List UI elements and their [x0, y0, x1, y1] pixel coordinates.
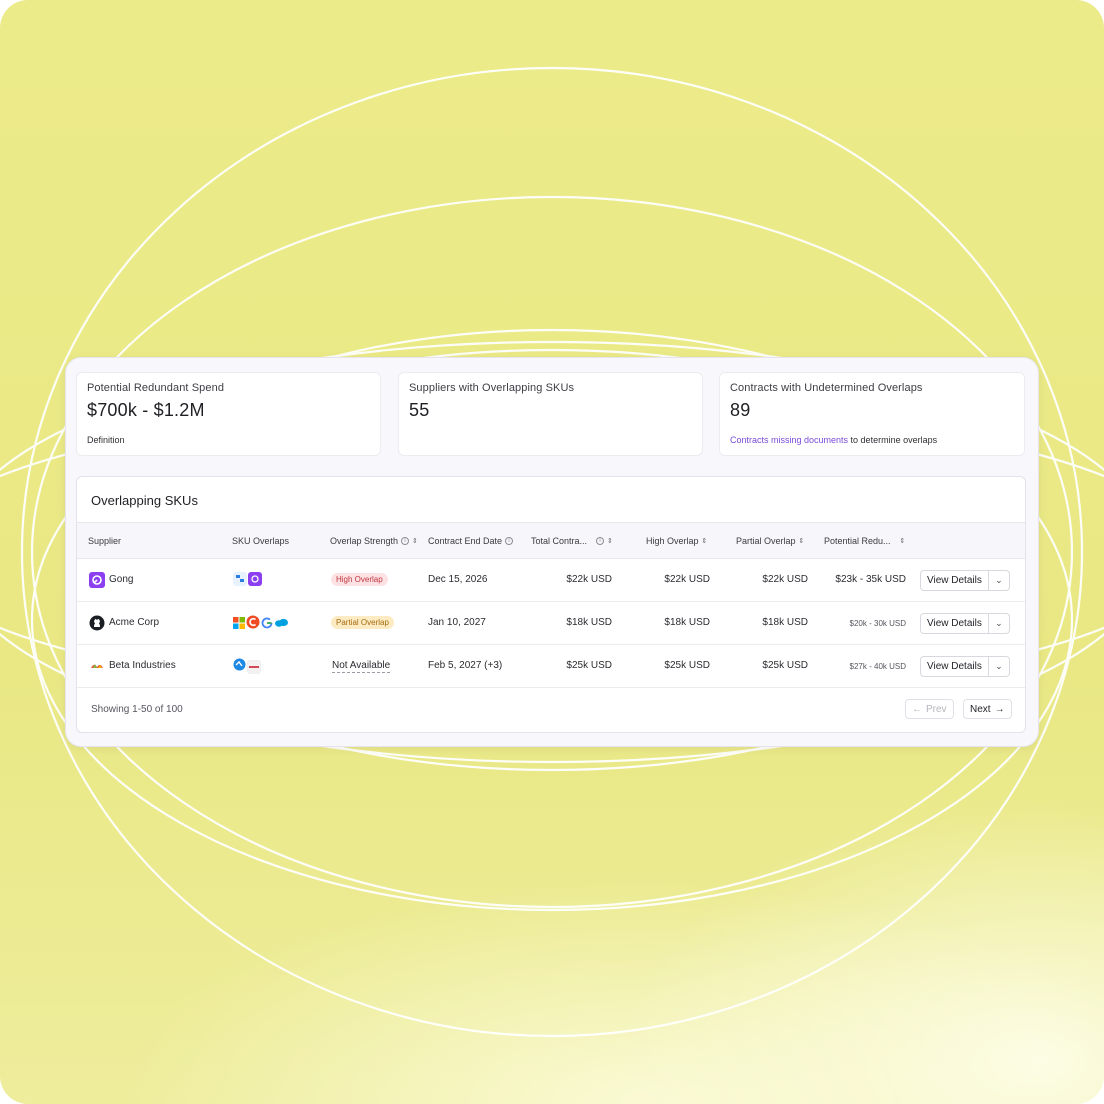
- potential-redundant-value: $23k - 35k USD: [835, 574, 906, 585]
- column-label: Total Contra...: [531, 536, 588, 546]
- overlap-strength-badge: Partial Overlap: [331, 616, 394, 629]
- table-row: Acme Corp Partial Overlap Jan 10, 2027 $…: [77, 602, 1025, 645]
- contracts-missing-documents-link[interactable]: Contracts missing documents: [730, 435, 848, 445]
- column-label: Partial Overlap: [736, 536, 796, 546]
- high-overlap-value: $25k USD: [664, 660, 710, 671]
- stat-label: Contracts with Undetermined Overlaps: [730, 382, 923, 394]
- table-row: Beta Industries Not Available Feb 5, 202…: [77, 645, 1025, 688]
- column-label: SKU Overlaps: [232, 536, 290, 546]
- column-label: Potential Redu...: [824, 536, 891, 546]
- high-overlap-value: $22k USD: [664, 574, 710, 585]
- contract-end-date: Dec 15, 2026: [428, 574, 488, 585]
- column-header-overlap-strength[interactable]: Overlap Strength i ⇕: [330, 536, 418, 546]
- prev-button[interactable]: ← Prev: [905, 699, 954, 719]
- column-header-contract-end-date[interactable]: Contract End Date i: [428, 536, 514, 546]
- column-header-potential-redundant[interactable]: Potential Redu... ⇕: [824, 536, 905, 546]
- gong-logo-icon: [89, 572, 105, 588]
- chevron-down-icon[interactable]: ⌄: [988, 613, 1010, 634]
- overlap-strength-value: Not Available: [332, 660, 391, 673]
- table-header: Supplier SKU Overlaps Overlap Strength i…: [77, 522, 1025, 559]
- column-header-partial-overlap[interactable]: Partial Overlap ⇕: [736, 536, 804, 546]
- contract-end-date: Feb 5, 2027 (+3): [428, 660, 503, 671]
- sku-overlap-icons: [233, 572, 262, 586]
- github-logo-icon: [89, 615, 105, 631]
- table-title: Overlapping SKUs: [91, 493, 198, 508]
- stat-label: Potential Redundant Spend: [87, 382, 225, 394]
- footnote-text: to determine overlaps: [848, 435, 938, 445]
- supplier-name[interactable]: Beta Industries: [109, 660, 176, 671]
- sku-overlap-icons: [233, 658, 261, 676]
- view-details-button[interactable]: View Details: [920, 570, 989, 591]
- partial-overlap-value: $18k USD: [762, 617, 808, 628]
- total-contract-value: $25k USD: [566, 660, 612, 671]
- row-actions: View Details ⌄: [920, 613, 1010, 634]
- partial-overlap-value: $22k USD: [762, 574, 808, 585]
- column-header-sku-overlaps[interactable]: SKU Overlaps: [232, 536, 289, 546]
- column-label: Supplier: [88, 536, 122, 546]
- salesforce-logo-icon: [274, 616, 289, 634]
- stat-value: 89: [730, 400, 751, 420]
- arrow-left-icon: ←: [912, 703, 922, 715]
- info-icon[interactable]: i: [596, 537, 605, 545]
- potential-redundant-value: $20k - 30k USD: [849, 619, 906, 628]
- sort-icon[interactable]: ⇕: [799, 537, 805, 545]
- next-label: Next: [970, 703, 991, 715]
- app-logo-icon: [233, 658, 246, 676]
- sort-icon[interactable]: ⇕: [702, 537, 708, 545]
- stat-value: 55: [409, 400, 430, 420]
- definition-link[interactable]: Definition: [87, 435, 125, 445]
- prev-label: Prev: [926, 703, 947, 715]
- supplier-name[interactable]: Acme Corp: [109, 617, 159, 628]
- column-header-supplier[interactable]: Supplier: [88, 536, 121, 546]
- table-row: Gong High Overlap Dec 15, 2026 $22k USD …: [77, 559, 1025, 602]
- stat-card-redundant-spend: Potential Redundant Spend $700k - $1.2M …: [76, 372, 381, 456]
- column-label: Contract End Date: [428, 536, 503, 546]
- stat-label: Suppliers with Overlapping SKUs: [409, 382, 575, 394]
- total-contract-value: $18k USD: [566, 617, 612, 628]
- column-header-total-contract[interactable]: Total Contra... i ⇕: [531, 536, 613, 546]
- row-actions: View Details ⌄: [920, 570, 1010, 591]
- overlapping-skus-table: Overlapping SKUs Supplier SKU Overlaps O…: [76, 476, 1026, 733]
- sku-overlap-icons: [233, 615, 289, 634]
- row-actions: View Details ⌄: [920, 656, 1010, 677]
- microsoft-logo-icon: [233, 616, 245, 634]
- partial-overlap-value: $25k USD: [762, 660, 808, 671]
- beta-industries-logo-icon: [91, 664, 103, 668]
- app-logo-icon: [247, 660, 261, 674]
- stat-value: $700k - $1.2M: [87, 400, 205, 420]
- column-label: Overlap Strength: [330, 536, 399, 546]
- app-logo-icon: [246, 615, 260, 634]
- gong-logo-icon: [248, 572, 262, 586]
- arrow-right-icon: →: [994, 703, 1005, 715]
- stat-card-overlapping-suppliers: Suppliers with Overlapping SKUs 55: [398, 372, 703, 456]
- next-button[interactable]: Next →: [963, 699, 1012, 719]
- google-logo-icon: [261, 616, 273, 634]
- potential-redundant-value: $27k - 40k USD: [849, 662, 906, 671]
- app-logo-icon: [233, 572, 247, 586]
- dashboard-panel: Potential Redundant Spend $700k - $1.2M …: [65, 357, 1039, 747]
- sort-icon[interactable]: ⇕: [607, 537, 613, 545]
- total-contract-value: $22k USD: [566, 574, 612, 585]
- chevron-down-icon[interactable]: ⌄: [988, 656, 1010, 677]
- info-icon[interactable]: i: [401, 537, 410, 545]
- background-canvas: Potential Redundant Spend $700k - $1.2M …: [0, 0, 1104, 1104]
- pagination-summary: Showing 1-50 of 100: [91, 704, 183, 715]
- info-icon[interactable]: i: [505, 537, 514, 545]
- chevron-down-icon[interactable]: ⌄: [988, 570, 1010, 591]
- stat-footnote: Contracts missing documents to determine…: [730, 435, 937, 445]
- overlap-strength-badge: High Overlap: [331, 573, 388, 586]
- sort-icon[interactable]: ⇕: [900, 537, 906, 545]
- column-header-high-overlap[interactable]: High Overlap ⇕: [646, 536, 707, 546]
- stat-card-undetermined-contracts: Contracts with Undetermined Overlaps 89 …: [719, 372, 1025, 456]
- view-details-button[interactable]: View Details: [920, 656, 989, 677]
- high-overlap-value: $18k USD: [664, 617, 710, 628]
- sort-icon[interactable]: ⇕: [412, 537, 418, 545]
- contract-end-date: Jan 10, 2027: [428, 617, 486, 628]
- supplier-name[interactable]: Gong: [109, 574, 133, 585]
- view-details-button[interactable]: View Details: [920, 613, 989, 634]
- column-label: High Overlap: [646, 536, 699, 546]
